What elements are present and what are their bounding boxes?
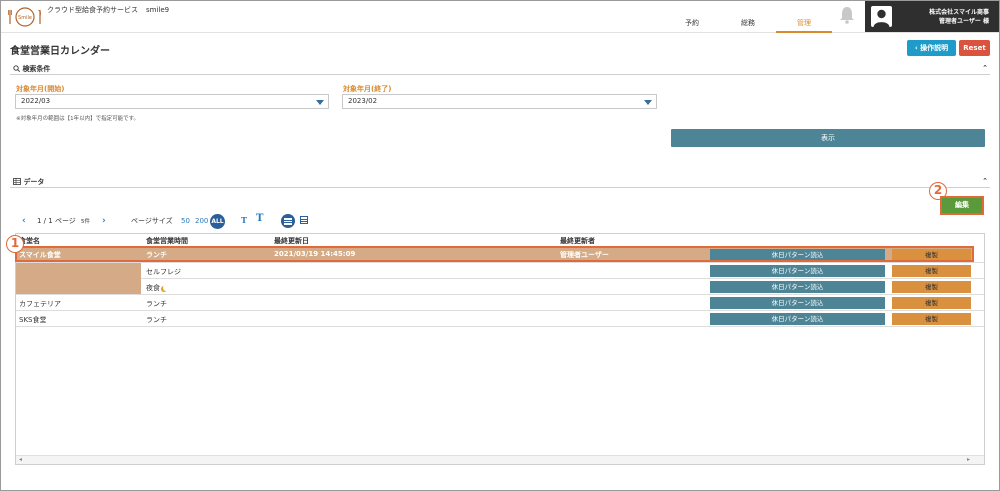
column-header-hours[interactable]: 食堂営業時間	[146, 236, 188, 246]
nav-tab-admin[interactable]: 管理	[776, 18, 832, 33]
row-divider	[16, 310, 984, 311]
scroll-right-icon[interactable]: ▸	[967, 456, 970, 463]
user-menu[interactable]: 株式会社スマイル商事 管理者ユーザー 様	[865, 1, 999, 32]
service-name: クラウド型給食予約サービス	[47, 6, 138, 14]
moon-icon	[163, 285, 169, 291]
table-cell-time[interactable]: ランチ	[146, 299, 167, 309]
start-month-select[interactable]: 2022/03	[15, 94, 329, 109]
user-name: 管理者ユーザー 様	[939, 18, 989, 25]
start-month-label: 対象年月(開始)	[16, 85, 65, 93]
row-divider	[16, 294, 984, 295]
start-month-value: 2022/03	[21, 97, 51, 105]
help-button-label: 操作説明	[920, 44, 949, 52]
page-title: 食堂営業日カレンダー	[10, 46, 110, 57]
prev-page-icon[interactable]: ‹	[22, 214, 26, 228]
holiday-pattern-button[interactable]: 休日パターン読込	[710, 297, 885, 309]
range-note: ※対象年月の範囲は【1年以内】で指定可能です。	[16, 116, 140, 122]
data-section-header[interactable]: データ ⌃	[10, 176, 990, 188]
row-divider	[16, 262, 984, 263]
end-month-label: 対象年月(終了)	[343, 85, 392, 93]
app-logo[interactable]: Smile	[8, 6, 42, 28]
row-selection-outline	[15, 246, 974, 262]
page-info: 1 / 1 ページ 5件	[37, 214, 90, 228]
table-cell-name[interactable]: カフェテリア	[19, 299, 61, 309]
svg-text:Smile: Smile	[18, 15, 32, 21]
table-cell-time-label: 夜食	[146, 284, 160, 292]
search-section-header[interactable]: 検索条件 ⌃	[10, 63, 990, 75]
tenant-name: smile9	[146, 6, 170, 14]
page-info-text: 1 / 1 ページ	[37, 217, 76, 225]
holiday-pattern-button[interactable]: 休日パターン読込	[710, 313, 885, 325]
dropdown-arrow-icon	[644, 100, 652, 105]
column-header-updater[interactable]: 最終更新者	[560, 236, 595, 246]
callout-1: 1	[6, 235, 24, 253]
page-size-label: ページサイズ	[131, 217, 173, 225]
table-cell-time[interactable]: 夜食	[146, 283, 169, 293]
data-section-title: データ	[13, 177, 44, 187]
copy-button[interactable]: 複製	[892, 297, 971, 309]
company-name: 株式会社スマイル商事	[929, 9, 989, 16]
table-cell-time[interactable]: セルフレジ	[146, 267, 181, 277]
edit-button[interactable]: 編集	[940, 196, 984, 215]
table-cell-name[interactable]: SKS食堂	[19, 315, 46, 325]
chevron-up-icon[interactable]: ⌃	[982, 177, 988, 185]
scroll-left-icon[interactable]: ◂	[19, 456, 22, 463]
show-button[interactable]: 表示	[671, 129, 985, 147]
avatar-icon	[871, 6, 892, 27]
user-info: 株式会社スマイル商事 管理者ユーザー 様	[929, 8, 989, 26]
dropdown-arrow-icon	[316, 100, 324, 105]
row-divider	[16, 326, 984, 327]
table-cell-time[interactable]: ランチ	[146, 315, 167, 325]
reset-button[interactable]: Reset	[959, 40, 990, 56]
copy-button[interactable]: 複製	[892, 265, 971, 277]
nav-tab-general-affairs[interactable]: 総務	[720, 18, 776, 33]
list-view-icon[interactable]	[281, 214, 295, 228]
end-month-value: 2023/02	[348, 97, 378, 105]
font-small-icon[interactable]: T	[241, 215, 247, 225]
row-divider	[141, 278, 984, 279]
end-month-select[interactable]: 2023/02	[342, 94, 657, 109]
help-button[interactable]: ‹ 操作説明	[907, 40, 956, 56]
merged-cell-highlight	[16, 261, 141, 295]
copy-button[interactable]: 複製	[892, 281, 971, 293]
copy-button[interactable]: 複製	[892, 313, 971, 325]
grid-view-icon[interactable]	[300, 216, 308, 224]
search-section-label: 検索条件	[22, 65, 51, 73]
holiday-pattern-button[interactable]: 休日パターン読込	[710, 281, 885, 293]
record-count: 5件	[81, 219, 91, 225]
next-page-icon[interactable]: ›	[102, 214, 106, 228]
page-size-200[interactable]: 200	[195, 214, 208, 228]
column-header-updated[interactable]: 最終更新日	[274, 236, 309, 246]
page-size-all[interactable]: ALL	[210, 214, 225, 229]
search-icon	[13, 65, 21, 73]
bell-icon[interactable]	[839, 6, 855, 24]
top-header: Smile クラウド型給食予約サービス smile9 予約 総務 管理 株式会社ス…	[1, 1, 999, 33]
holiday-pattern-button[interactable]: 休日パターン読込	[710, 265, 885, 277]
service-title: クラウド型給食予約サービス smile9	[47, 5, 169, 15]
chevron-up-icon[interactable]: ⌃	[982, 64, 988, 72]
data-section-label: データ	[23, 178, 45, 186]
page-size-50[interactable]: 50	[181, 214, 190, 228]
horizontal-scrollbar[interactable]: ◂ ▸	[16, 455, 984, 464]
search-section-title: 検索条件	[13, 64, 50, 74]
table-icon	[13, 178, 21, 185]
nav-tab-reservation[interactable]: 予約	[664, 18, 720, 33]
font-large-icon[interactable]: T	[256, 213, 263, 224]
